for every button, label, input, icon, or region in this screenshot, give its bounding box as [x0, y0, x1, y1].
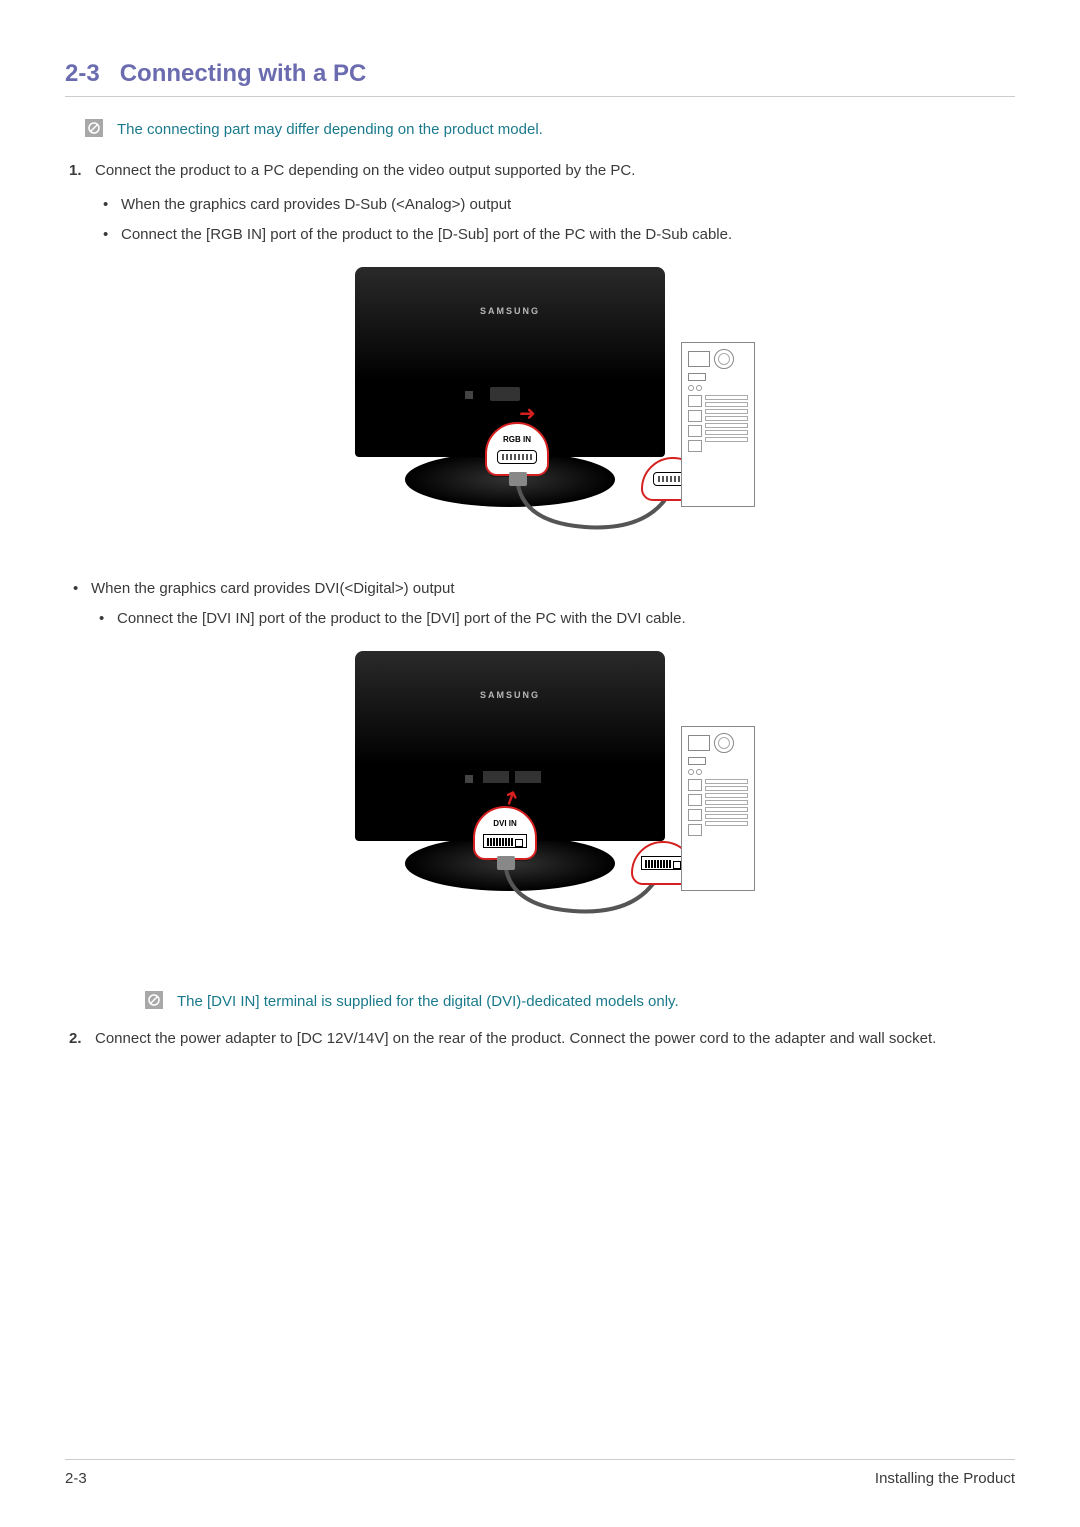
note-dvi-text: The [DVI IN] terminal is supplied for th… — [177, 991, 679, 1012]
figure-dvi: SAMSUNG ➜ DVI IN — [95, 651, 1015, 931]
step-2: Connect the power adapter to [DC 12V/14V… — [65, 1028, 1015, 1051]
section-heading: 2-3 Connecting with a PC — [65, 60, 1015, 97]
step-1b: When the graphics card provides DVI(<Dig… — [65, 577, 1015, 631]
brand-logo: SAMSUNG — [355, 305, 665, 319]
step-2-text: Connect the power adapter to [DC 12V/14V… — [95, 1030, 936, 1047]
step-1a-sub-text: Connect the [RGB IN] port of the product… — [121, 226, 732, 243]
pc-tower-icon — [681, 342, 755, 507]
section-title-text: Connecting with a PC — [120, 60, 367, 87]
brand-logo: SAMSUNG — [355, 689, 665, 703]
step-1a: When the graphics card provides D-Sub (<… — [95, 193, 1015, 217]
note-top: The connecting part may differ depending… — [85, 119, 1015, 140]
step-1b-sub: Connect the [DVI IN] port of the product… — [91, 607, 1015, 631]
pc-tower-icon — [681, 726, 755, 891]
step-1: Connect the product to a PC depending on… — [65, 160, 1015, 1012]
page-footer: 2-3 Installing the Product — [65, 1459, 1015, 1487]
step-1a-sub: Connect the [RGB IN] port of the product… — [95, 223, 1015, 247]
instruction-list: Connect the product to a PC depending on… — [65, 160, 1015, 1050]
note-dvi: The [DVI IN] terminal is supplied for th… — [145, 991, 1015, 1012]
section-number: 2-3 — [65, 60, 100, 87]
step-1b-sub-text: Connect the [DVI IN] port of the product… — [117, 610, 686, 627]
dvi-port-label: DVI IN — [493, 818, 517, 830]
footer-page: 2-3 — [65, 1470, 87, 1487]
dvi-connector-icon — [483, 834, 527, 848]
note-icon — [85, 119, 103, 137]
note-text: The connecting part may differ depending… — [117, 119, 543, 140]
dsub-connector-icon — [497, 450, 537, 464]
rgb-port-label: RGB IN — [503, 434, 531, 446]
note-icon — [145, 991, 163, 1009]
figure-rgb: SAMSUNG ➜ RGB IN — [95, 267, 1015, 547]
step-1a-text: When the graphics card provides D-Sub (<… — [121, 196, 511, 213]
step-1b-text: When the graphics card provides DVI(<Dig… — [91, 580, 455, 597]
step-1-text: Connect the product to a PC depending on… — [95, 162, 635, 179]
dvi-connector-icon — [641, 856, 685, 870]
footer-chapter: Installing the Product — [875, 1470, 1015, 1487]
